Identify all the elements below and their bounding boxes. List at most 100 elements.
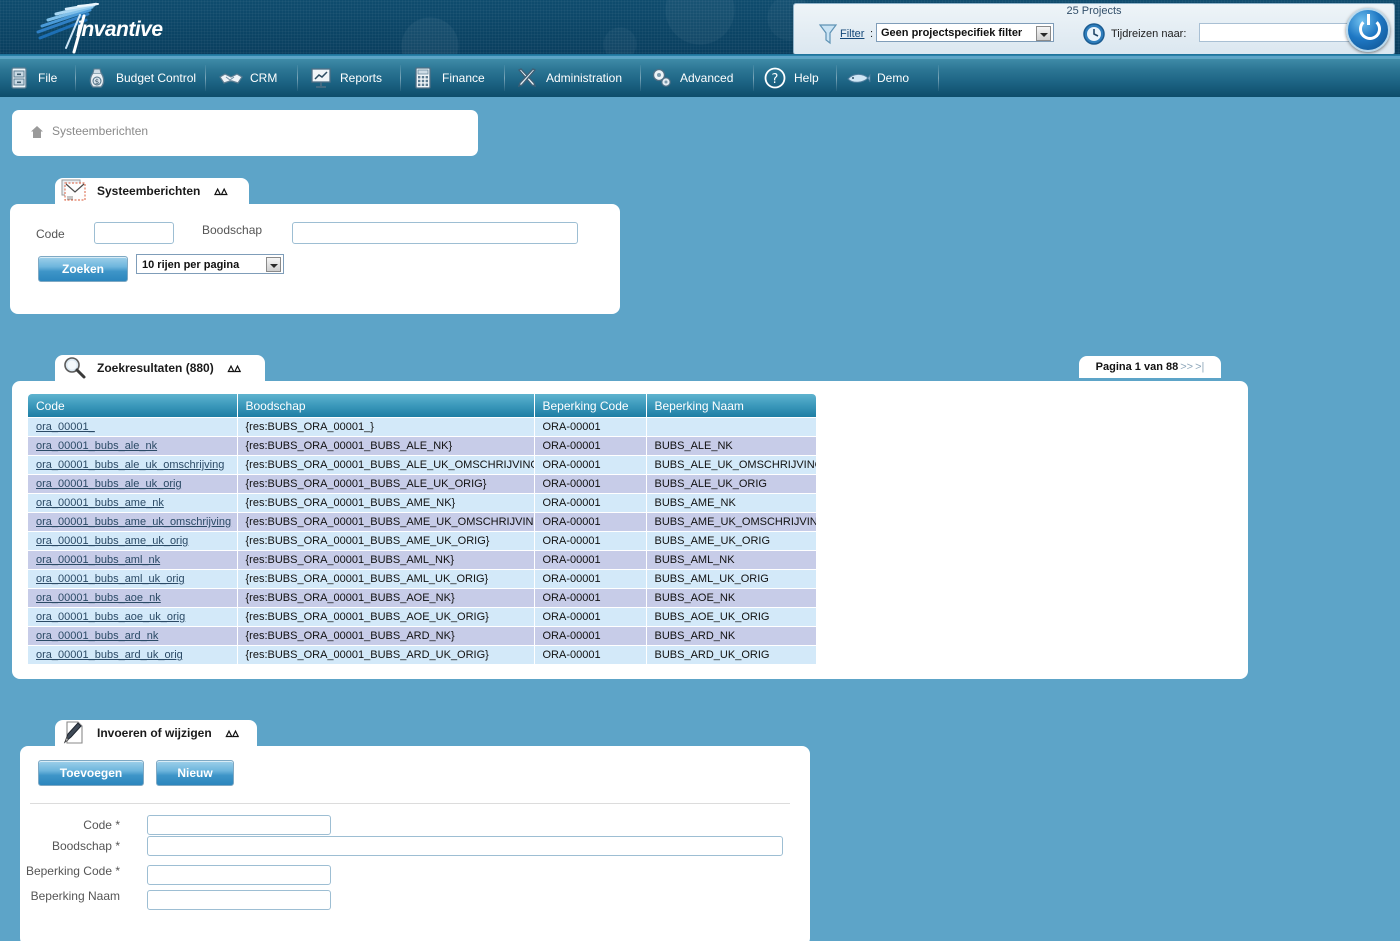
handshake-icon bbox=[219, 73, 243, 84]
boodschap-input[interactable] bbox=[292, 222, 578, 244]
row-code-link[interactable]: ora_00001_bubs_ard_uk_orig bbox=[36, 649, 183, 661]
chevron-up-icon[interactable]: ▵▵ bbox=[226, 725, 239, 741]
chevron-up-icon[interactable]: ▵▵ bbox=[228, 360, 241, 376]
cell-code[interactable]: ora_00001_bubs_aml_uk_orig bbox=[28, 569, 238, 589]
pagination-control: Pagina 1 van 88 >> >| bbox=[1079, 356, 1221, 378]
cell-code[interactable]: ora_00001_bubs_aml_nk bbox=[28, 550, 238, 570]
cell-beperking-code: ORA-00001 bbox=[534, 626, 647, 646]
timetravel-input[interactable] bbox=[1199, 23, 1351, 42]
table-row[interactable]: ora_00001_bubs_ale_uk_omschrijving {res:B… bbox=[28, 455, 816, 475]
menu-item-file[interactable]: File bbox=[6, 59, 57, 97]
table-row[interactable]: ora_00001_bubs_ame_nk {res:BUBS_ORA_00001… bbox=[28, 493, 816, 513]
toevoegen-button[interactable]: Toevoegen bbox=[38, 760, 144, 786]
menu-item-demo[interactable]: Demo bbox=[845, 59, 909, 97]
cell-boodschap: {res:BUBS_ORA_00001_BUBS_ARD_UK_ORIG} bbox=[237, 645, 535, 665]
cell-code[interactable]: ora_00001_bubs_ale_uk_orig bbox=[28, 474, 238, 494]
svg-text:$: $ bbox=[95, 78, 99, 86]
cell-boodschap: {res:BUBS_ORA_00001_BUBS_AME_NK} bbox=[237, 493, 535, 513]
table-row[interactable]: ora_00001_bubs_ame_uk_omschrijving {res:B… bbox=[28, 512, 816, 532]
form-input-beperking-code[interactable] bbox=[147, 865, 331, 885]
search-panel-tab[interactable]: Systeemberichten ▵▵ bbox=[55, 178, 249, 204]
form-input-boodschap[interactable] bbox=[147, 836, 783, 856]
power-button-icon[interactable] bbox=[1346, 8, 1390, 52]
row-code-link[interactable]: ora_00001_bubs_aoe_nk bbox=[36, 592, 161, 604]
cell-code[interactable]: ora_00001_bubs_ame_nk bbox=[28, 493, 238, 513]
menu-item-finance[interactable]: Finance bbox=[410, 59, 485, 97]
cell-beperking-naam: BUBS_ALE_NK bbox=[646, 436, 816, 456]
chevron-down-icon[interactable] bbox=[1036, 26, 1051, 41]
rows-per-page-value: 10 rijen per pagina bbox=[142, 259, 240, 271]
breadcrumb: Systeemberichten bbox=[12, 110, 478, 156]
cell-boodschap: {res:BUBS_ORA_00001_BUBS_AME_UK_ORIG} bbox=[237, 531, 535, 551]
table-row[interactable]: ora_00001_bubs_aoe_uk_orig {res:BUBS_ORA_… bbox=[28, 607, 816, 627]
table-row[interactable]: ora_00001_ {res:BUBS_ORA_00001_} ORA-00001 bbox=[28, 417, 816, 437]
column-header-code[interactable]: Code bbox=[28, 394, 238, 418]
menu-item-reports[interactable]: Reports bbox=[308, 59, 382, 97]
table-row[interactable]: ora_00001_bubs_ale_nk {res:BUBS_ORA_00001… bbox=[28, 436, 816, 456]
table-row[interactable]: ora_00001_bubs_aml_uk_orig {res:BUBS_ORA_… bbox=[28, 569, 816, 589]
table-row[interactable]: ora_00001_bubs_aml_nk {res:BUBS_ORA_00001… bbox=[28, 550, 816, 570]
row-code-link[interactable]: ora_00001_bubs_ame_uk_orig bbox=[36, 535, 188, 547]
question-mark-icon: ? bbox=[764, 67, 786, 89]
filter-link[interactable]: Filter bbox=[840, 28, 864, 40]
breadcrumb-label[interactable]: Systeemberichten bbox=[52, 124, 148, 138]
chevron-down-icon[interactable] bbox=[266, 257, 281, 272]
cell-boodschap: {res:BUBS_ORA_00001_BUBS_AME_UK_OMSCHRIJ… bbox=[237, 512, 535, 532]
form-input-beperking-naam[interactable] bbox=[147, 890, 331, 910]
menu-item-advanced[interactable]: Advanced bbox=[648, 59, 733, 97]
results-panel-tab[interactable]: Zoekresultaten (880) ▵▵ bbox=[55, 355, 265, 381]
menu-item-administration[interactable]: Administration bbox=[514, 59, 622, 97]
nieuw-button[interactable]: Nieuw bbox=[156, 760, 234, 786]
cell-code[interactable]: ora_00001_bubs_aoe_uk_orig bbox=[28, 607, 238, 627]
column-header-beperking-naam[interactable]: Beperking Naam bbox=[646, 394, 816, 418]
menu-item-label: Budget Control bbox=[116, 71, 197, 85]
row-code-link[interactable]: ora_00001_bubs_aoe_uk_orig bbox=[36, 611, 185, 623]
row-code-link[interactable]: ora_00001_bubs_ard_nk bbox=[36, 630, 158, 642]
row-code-link[interactable]: ora_00001_bubs_ame_nk bbox=[36, 497, 164, 509]
form-input-code[interactable] bbox=[147, 815, 331, 835]
cell-code[interactable]: ora_00001_bubs_ame_uk_omschrijving bbox=[28, 512, 238, 532]
row-code-link[interactable]: ora_00001_bubs_aml_nk bbox=[36, 554, 160, 566]
cell-beperking-code: ORA-00001 bbox=[534, 531, 647, 551]
row-code-link[interactable]: ora_00001_bubs_aml_uk_orig bbox=[36, 573, 185, 585]
row-code-link[interactable]: ora_00001_ bbox=[36, 421, 95, 433]
brand-logo[interactable]: invantive bbox=[28, 0, 218, 56]
column-header-boodschap[interactable]: Boodschap bbox=[237, 394, 535, 418]
cell-code[interactable]: ora_00001_ bbox=[28, 417, 238, 437]
home-icon[interactable] bbox=[30, 125, 44, 139]
table-header-row: Code Boodschap Beperking Code Beperking … bbox=[28, 394, 816, 418]
table-row[interactable]: ora_00001_bubs_ale_uk_orig {res:BUBS_ORA_… bbox=[28, 474, 816, 494]
table-row[interactable]: ora_00001_bubs_ame_uk_orig {res:BUBS_ORA_… bbox=[28, 531, 816, 551]
column-header-beperking-code[interactable]: Beperking Code bbox=[534, 394, 647, 418]
table-row[interactable]: ora_00001_bubs_aoe_nk {res:BUBS_ORA_00001… bbox=[28, 588, 816, 608]
results-table-body: ora_00001_ {res:BUBS_ORA_00001_} ORA-00001… bbox=[28, 417, 816, 665]
last-page-button[interactable]: >| bbox=[1195, 361, 1204, 373]
next-page-button[interactable]: >> bbox=[1180, 361, 1193, 373]
cell-code[interactable]: ora_00001_bubs_ard_nk bbox=[28, 626, 238, 646]
cell-beperking-naam: BUBS_AME_UK_OMSCHRIJVING bbox=[646, 512, 816, 532]
cell-code[interactable]: ora_00001_bubs_ale_uk_omschrijving bbox=[28, 455, 238, 475]
table-row[interactable]: ora_00001_bubs_ard_uk_orig {res:BUBS_ORA_… bbox=[28, 645, 816, 665]
rows-per-page-select[interactable]: 10 rijen per pagina bbox=[136, 254, 284, 274]
cell-code[interactable]: ora_00001_bubs_aoe_nk bbox=[28, 588, 238, 608]
project-filter-select[interactable]: Geen projectspecifiek filter bbox=[876, 23, 1054, 42]
menu-item-crm[interactable]: CRM bbox=[218, 59, 277, 97]
row-code-link[interactable]: ora_00001_bubs_ale_uk_omschrijving bbox=[36, 459, 224, 471]
edit-panel-tab[interactable]: Invoeren of wijzigen ▵▵ bbox=[55, 720, 257, 746]
form-label-code: Code * bbox=[83, 818, 120, 832]
cell-code[interactable]: ora_00001_bubs_ale_nk bbox=[28, 436, 238, 456]
row-code-link[interactable]: ora_00001_bubs_ale_uk_orig bbox=[36, 478, 182, 490]
cell-code[interactable]: ora_00001_bubs_ame_uk_orig bbox=[28, 531, 238, 551]
code-input[interactable] bbox=[94, 222, 174, 244]
cell-code[interactable]: ora_00001_bubs_ard_uk_orig bbox=[28, 645, 238, 665]
row-code-link[interactable]: ora_00001_bubs_ale_nk bbox=[36, 440, 157, 452]
chevron-up-icon[interactable]: ▵▵ bbox=[214, 183, 227, 199]
menu-item-budget-control[interactable]: $ Budget Control bbox=[84, 59, 196, 97]
time-travel-clock-icon[interactable] bbox=[1082, 22, 1106, 46]
cell-beperking-code: ORA-00001 bbox=[534, 455, 647, 475]
table-row[interactable]: ora_00001_bubs_ard_nk {res:BUBS_ORA_00001… bbox=[28, 626, 816, 646]
row-code-link[interactable]: ora_00001_bubs_ame_uk_omschrijving bbox=[36, 516, 231, 528]
menu-item-help[interactable]: ? Help bbox=[762, 59, 819, 97]
zoeken-button[interactable]: Zoeken bbox=[38, 256, 128, 282]
cell-beperking-naam: BUBS_AME_UK_ORIG bbox=[646, 531, 816, 551]
